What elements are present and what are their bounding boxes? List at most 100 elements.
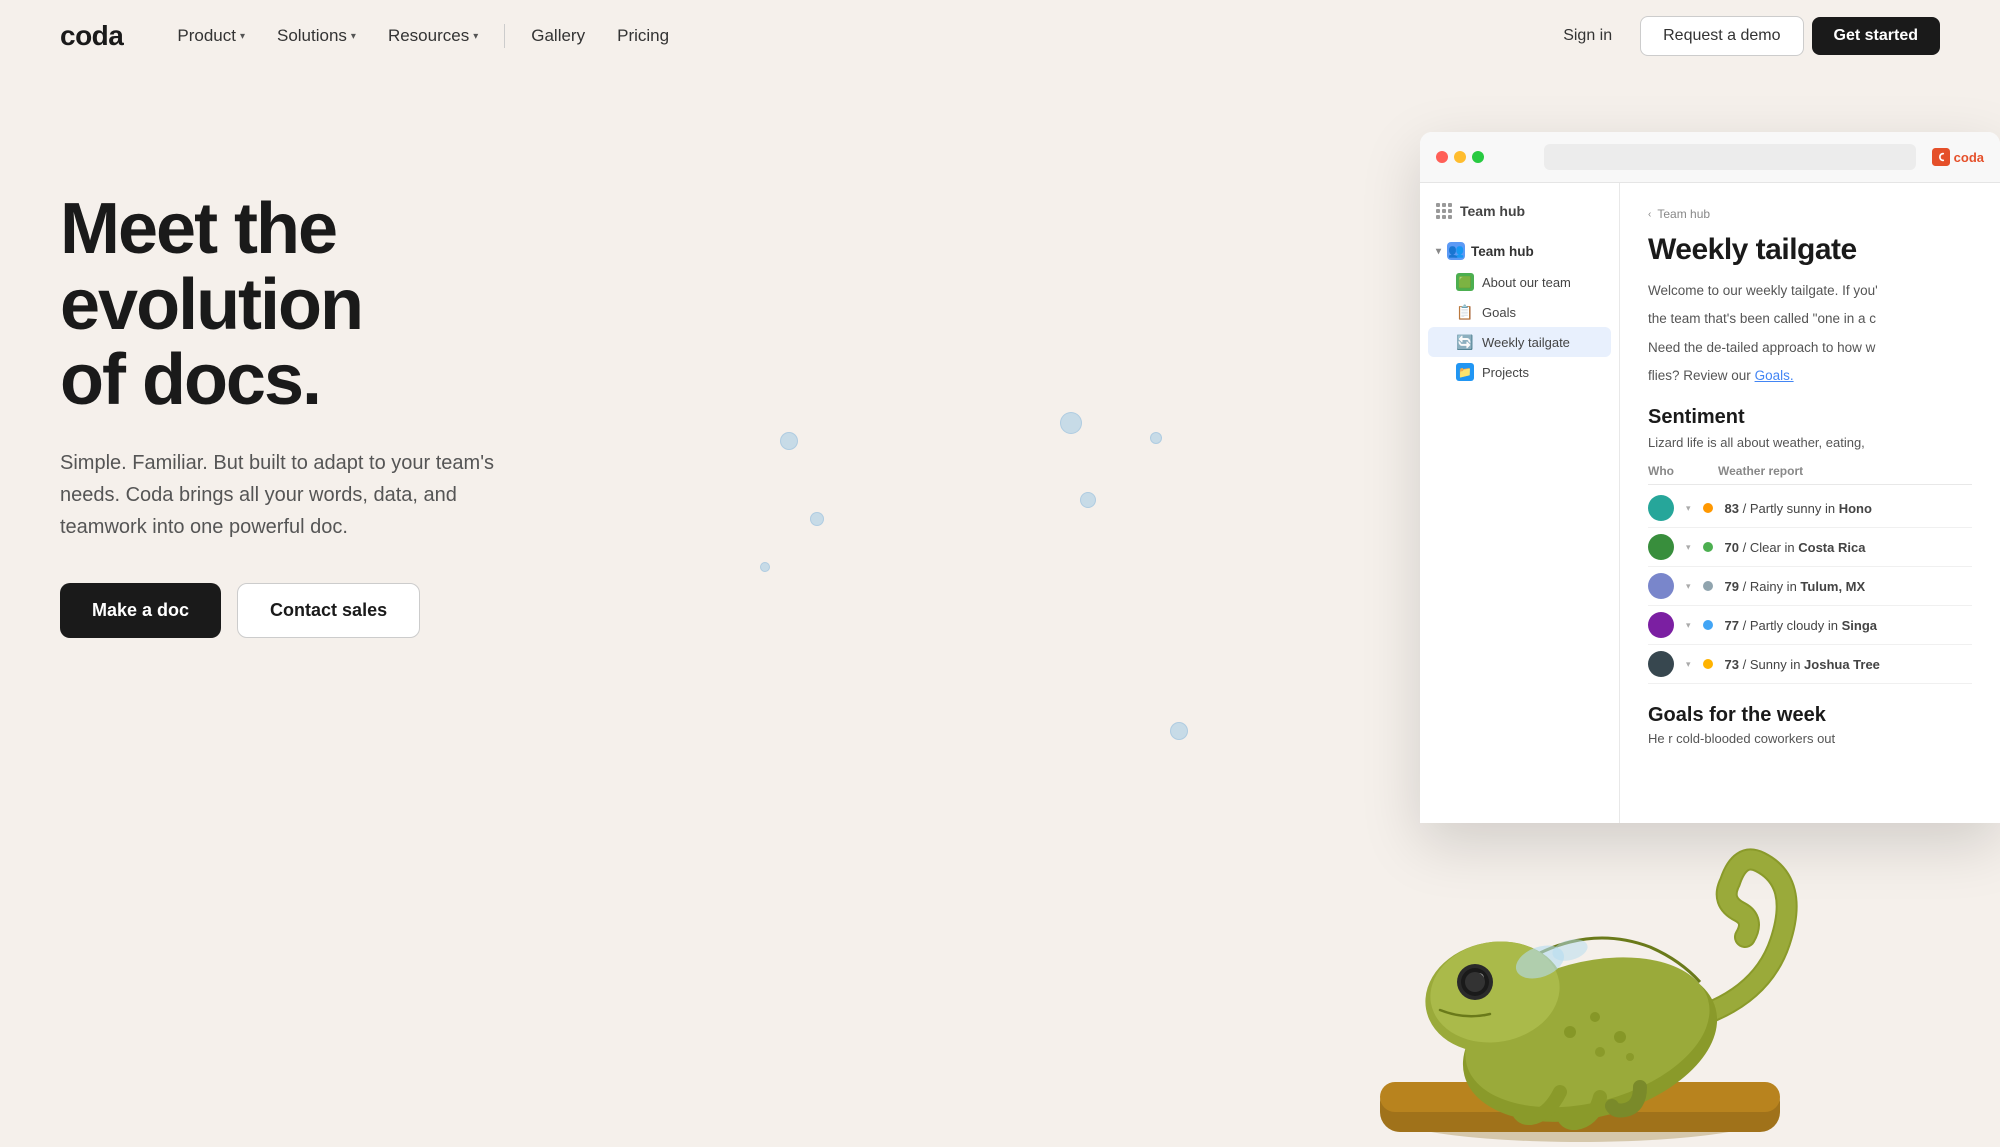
nav-right: Sign in Request a demo Get started [1543, 16, 1940, 56]
sidebar-item-weekly-tailgate[interactable]: 🔄 Weekly tailgate [1428, 327, 1611, 357]
app-mockup: coda Team hub [1420, 132, 2000, 823]
team-hub-label: Team hub [1471, 244, 1534, 259]
table-row: ▾ 70 / Clear in Costa Rica [1648, 528, 1972, 567]
sidebar-item-about-team[interactable]: 🟩 About our team [1420, 267, 1619, 297]
signin-button[interactable]: Sign in [1543, 17, 1632, 55]
water-drop-2 [810, 512, 824, 526]
navbar: coda Product ▾ Solutions ▾ Resources ▾ G… [0, 0, 2000, 72]
page-desc-3: Need the de-tailed approach to how w [1648, 338, 1972, 358]
request-demo-button[interactable]: Request a demo [1640, 16, 1803, 56]
weather-dot [1703, 620, 1713, 630]
water-drop-4 [1060, 412, 1082, 434]
weekly-tailgate-icon: 🔄 [1456, 333, 1474, 351]
weather-text: 83 / Partly sunny in Hono [1725, 501, 1872, 516]
table-row: ▾ 77 / Partly cloudy in Singa [1648, 606, 1972, 645]
sentiment-section: Sentiment Lizard life is all about weath… [1648, 406, 1972, 684]
projects-label: Projects [1482, 365, 1529, 380]
sidebar-header-label: Team hub [1460, 203, 1525, 219]
goals-label: Goals [1482, 305, 1516, 320]
make-doc-button[interactable]: Make a doc [60, 583, 221, 638]
water-drop-7 [1170, 722, 1188, 740]
nav-product[interactable]: Product ▾ [163, 18, 259, 54]
water-drop-1 [780, 432, 798, 450]
window-addressbar[interactable] [1544, 144, 1916, 170]
hero-content: Meet the evolution of docs. Simple. Fami… [60, 132, 600, 638]
hero-title: Meet the evolution of docs. [60, 192, 600, 419]
sidebar-item-goals[interactable]: 📋 Goals [1420, 297, 1619, 327]
goals-section-title: Goals for the week [1648, 704, 1972, 727]
breadcrumb-text: Team hub [1657, 207, 1710, 221]
get-started-button[interactable]: Get started [1812, 17, 1940, 55]
window-minimize-button[interactable] [1454, 151, 1466, 163]
hero-section: Meet the evolution of docs. Simple. Fami… [0, 72, 2000, 1142]
sentiment-title: Sentiment [1648, 406, 1972, 429]
nav-solutions[interactable]: Solutions ▾ [263, 18, 370, 54]
grid-icon [1436, 203, 1452, 219]
table-header: Who Weather report [1648, 464, 1972, 485]
nav-divider [504, 24, 505, 48]
weather-dot [1703, 503, 1713, 513]
nav-resources[interactable]: Resources ▾ [374, 18, 492, 54]
table-row: ▾ 83 / Partly sunny in Hono [1648, 489, 1972, 528]
sidebar: Team hub ▾ 👥 Team hub 🟩 About our team [1420, 183, 1620, 823]
resources-chevron-icon: ▾ [473, 31, 478, 42]
avatar [1648, 651, 1674, 677]
row-chevron-icon: ▾ [1686, 659, 1691, 670]
col-who: Who [1648, 464, 1698, 478]
goals-section: Goals for the week He r cold-blooded cow… [1648, 704, 1972, 746]
breadcrumb: ‹ Team hub [1648, 207, 1972, 221]
page-desc-2: the team that's been called "one in a c [1648, 309, 1972, 329]
row-chevron-icon: ▾ [1686, 542, 1691, 553]
nav-pricing[interactable]: Pricing [603, 18, 683, 54]
about-team-label: About our team [1482, 275, 1571, 290]
avatar [1648, 534, 1674, 560]
weather-dot [1703, 542, 1713, 552]
row-chevron-icon: ▾ [1686, 620, 1691, 631]
weather-text: 79 / Rainy in Tulum, MX [1725, 579, 1866, 594]
goals-icon: 📋 [1456, 303, 1474, 321]
table-row: ▾ 79 / Rainy in Tulum, MX [1648, 567, 1972, 606]
weather-dot [1703, 581, 1713, 591]
water-drop-6 [1150, 432, 1162, 444]
main-content: ‹ Team hub Weekly tailgate Welcome to ou… [1620, 183, 2000, 823]
coda-brand-icon [1932, 148, 1950, 166]
solutions-chevron-icon: ▾ [351, 31, 356, 42]
window-controls [1436, 151, 1484, 163]
weather-text: 73 / Sunny in Joshua Tree [1725, 657, 1880, 672]
row-chevron-icon: ▾ [1686, 581, 1691, 592]
goals-section-desc: He r cold-blooded coworkers out [1648, 731, 1972, 746]
sidebar-item-team-hub[interactable]: ▾ 👥 Team hub [1420, 235, 1619, 267]
sidebar-section: ▾ 👥 Team hub 🟩 About our team 📋 Goals [1420, 235, 1619, 387]
weekly-tailgate-label: Weekly tailgate [1482, 335, 1570, 350]
col-weather: Weather report [1718, 464, 1972, 478]
avatar [1648, 495, 1674, 521]
page-title: Weekly tailgate [1648, 233, 1972, 267]
avatar [1648, 573, 1674, 599]
app-window: coda Team hub [1420, 132, 2000, 823]
brand-logo[interactable]: coda [60, 20, 123, 52]
table-row: ▾ 73 / Sunny in Joshua Tree [1648, 645, 1972, 684]
weather-text: 70 / Clear in Costa Rica [1725, 540, 1866, 555]
projects-icon: 📁 [1456, 363, 1474, 381]
contact-sales-button[interactable]: Contact sales [237, 583, 420, 638]
avatar [1648, 612, 1674, 638]
app-body: Team hub ▾ 👥 Team hub 🟩 About our team [1420, 183, 2000, 823]
goals-link[interactable]: Goals. [1755, 368, 1794, 383]
nav-gallery[interactable]: Gallery [517, 18, 599, 54]
hero-subtitle: Simple. Familiar. But built to adapt to … [60, 447, 540, 543]
page-desc-4: flies? Review our Goals. [1648, 366, 1972, 386]
weather-dot [1703, 659, 1713, 669]
about-team-icon: 🟩 [1456, 273, 1474, 291]
window-maximize-button[interactable] [1472, 151, 1484, 163]
sidebar-chevron-icon: ▾ [1436, 246, 1441, 257]
weather-text: 77 / Partly cloudy in Singa [1725, 618, 1877, 633]
weather-table: ▾ 83 / Partly sunny in Hono ▾ 70 / Clear… [1648, 489, 1972, 684]
window-close-button[interactable] [1436, 151, 1448, 163]
water-drop-5 [1080, 492, 1096, 508]
nav-links: Product ▾ Solutions ▾ Resources ▾ Galler… [163, 18, 1543, 54]
product-chevron-icon: ▾ [240, 31, 245, 42]
hero-buttons: Make a doc Contact sales [60, 583, 600, 638]
row-chevron-icon: ▾ [1686, 503, 1691, 514]
sidebar-item-projects[interactable]: 📁 Projects [1420, 357, 1619, 387]
page-desc-1: Welcome to our weekly tailgate. If you' [1648, 281, 1972, 301]
